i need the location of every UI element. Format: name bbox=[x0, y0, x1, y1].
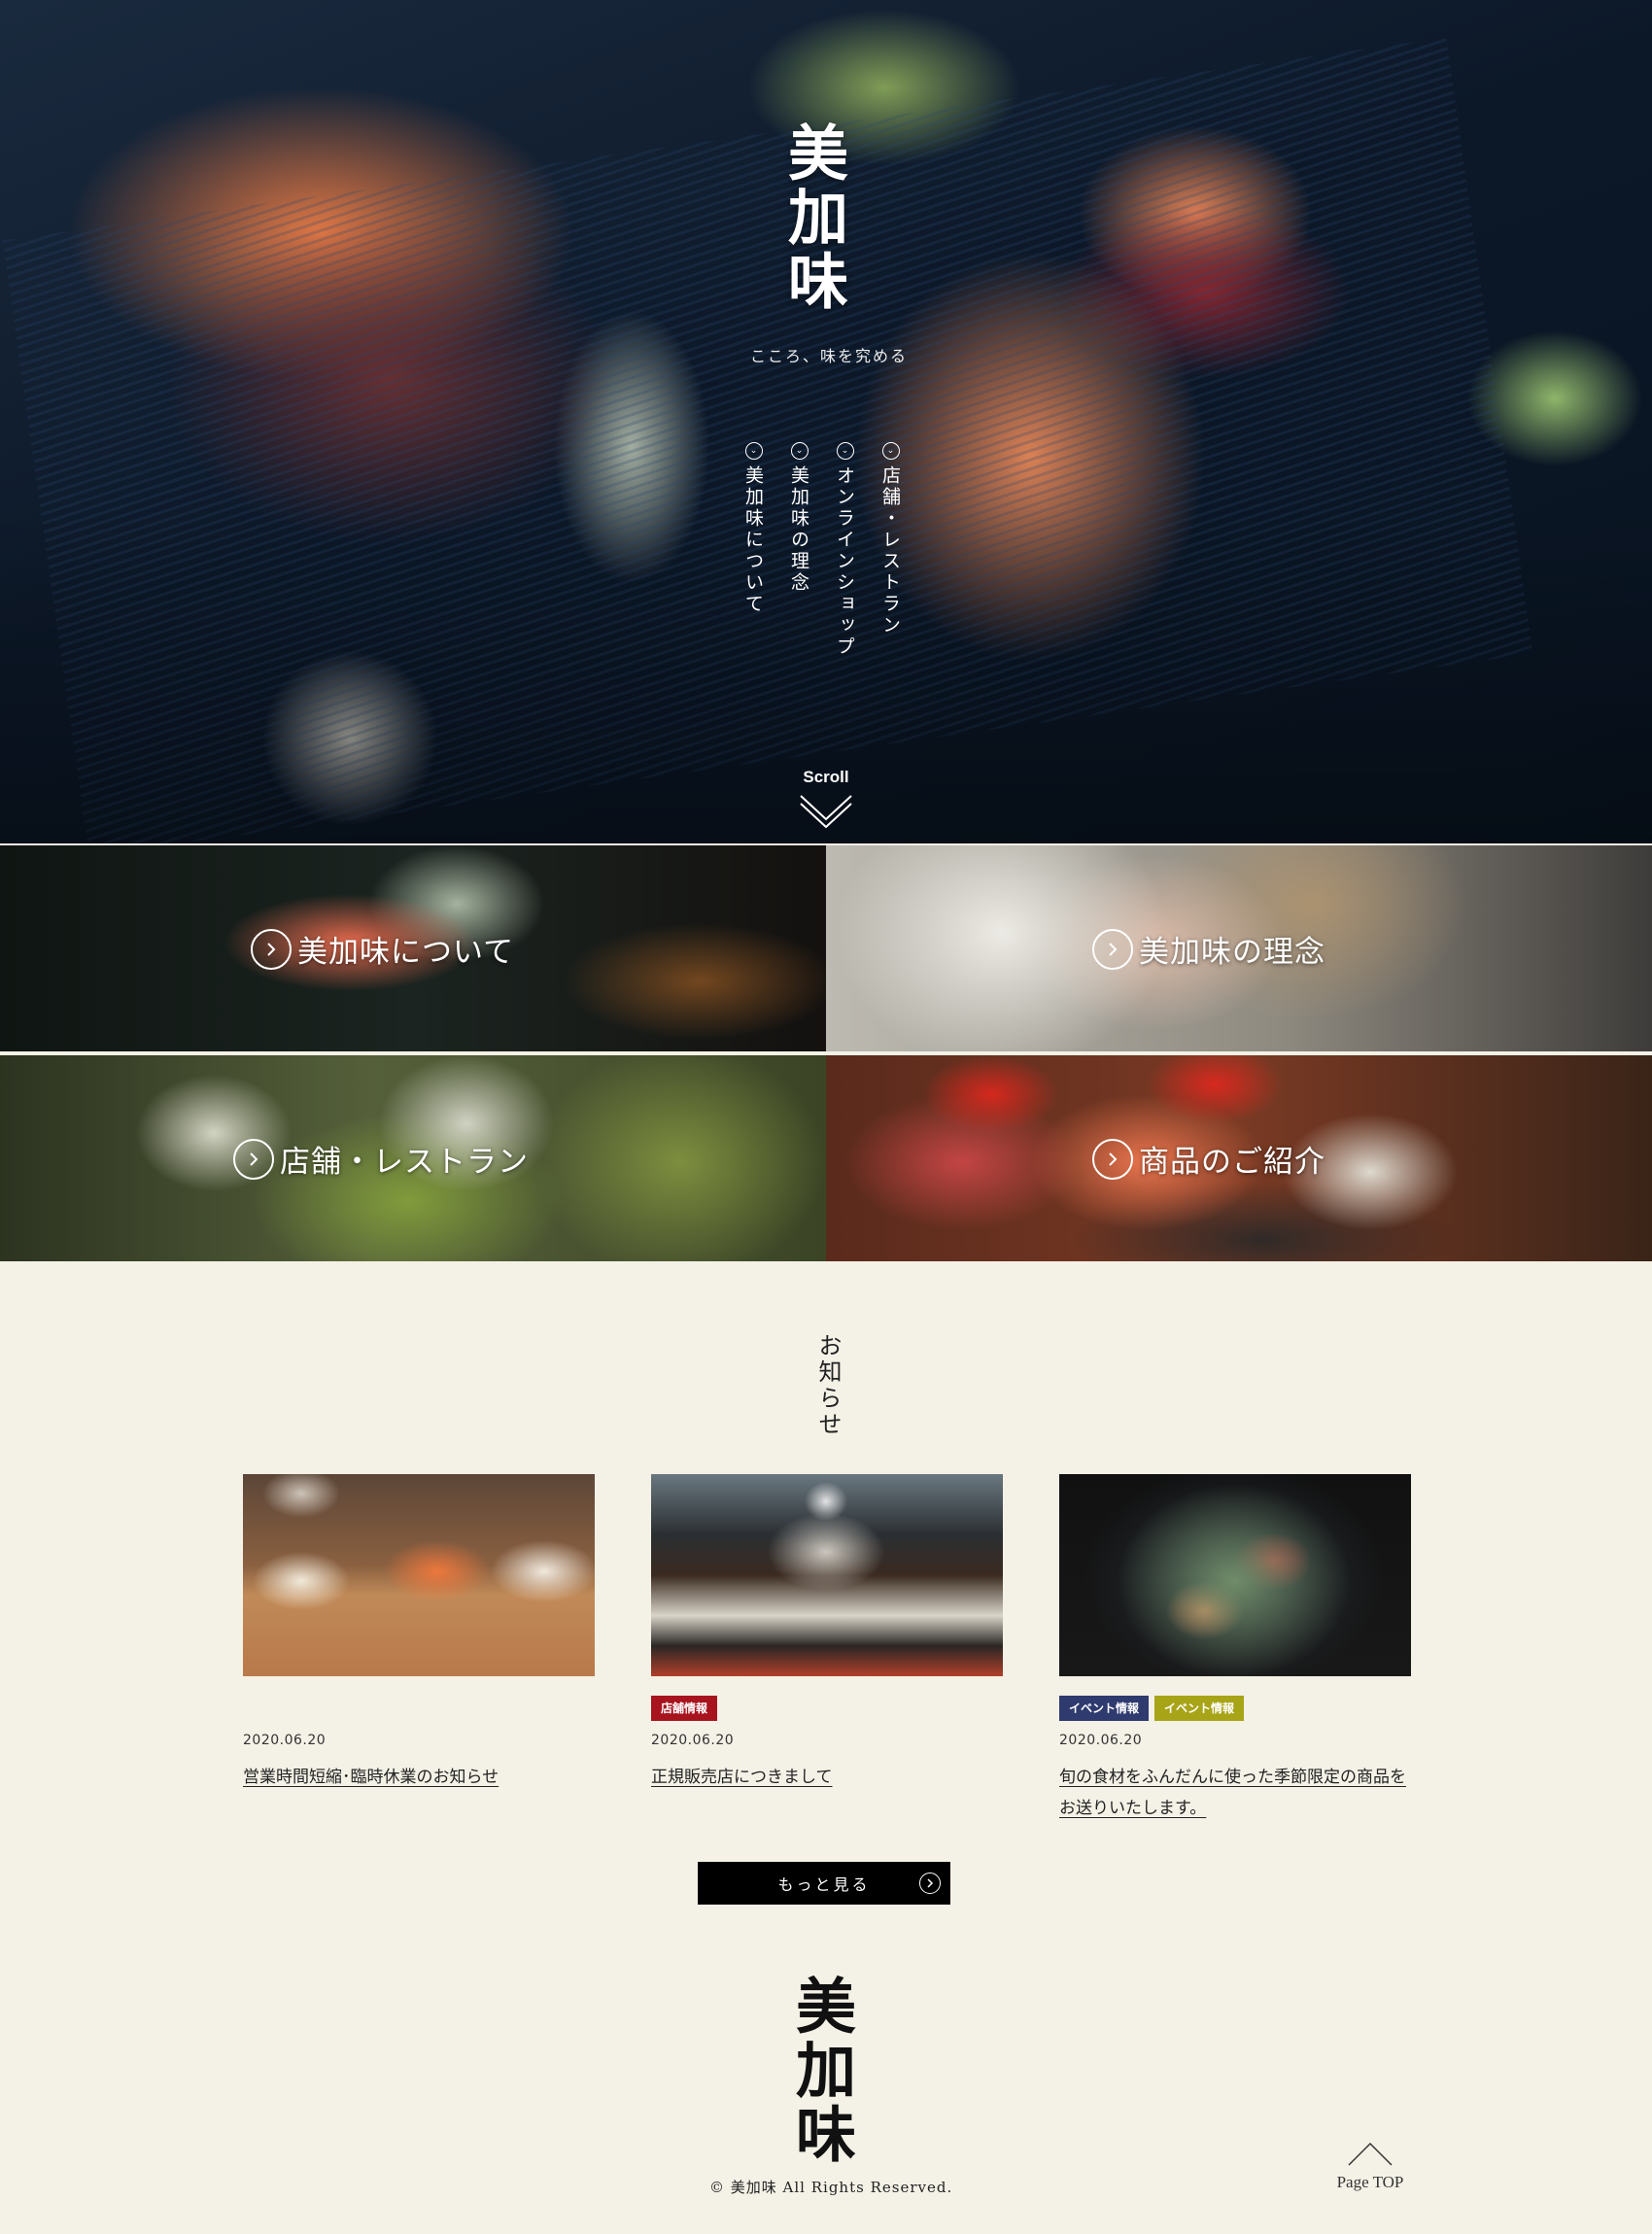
hero-nav-label: 美加味の理念 bbox=[788, 465, 809, 594]
hero-tagline: こころ、味を究める bbox=[750, 347, 909, 365]
news-date: 2020.06.20 bbox=[651, 1733, 735, 1748]
hero-vertical-nav: ⌄ 店舗・レストラン ⌄ オンラインショップ ⌄ 美加味の理念 ⌄ 美加味につい… bbox=[740, 442, 904, 658]
news-title-link[interactable]: 正規販売店につきまして bbox=[651, 1762, 1003, 1793]
chevron-right-circle-icon bbox=[233, 1138, 274, 1180]
more-button[interactable]: もっと見る bbox=[698, 1862, 950, 1905]
hero-photo-slate bbox=[2, 37, 1533, 843]
news-tags: イベント情報 イベント情報 bbox=[1059, 1696, 1411, 1721]
chevron-up-icon bbox=[1348, 2142, 1393, 2166]
chevron-down-circle-icon: ⌄ bbox=[836, 442, 854, 460]
chevron-right-circle-icon bbox=[1092, 1138, 1133, 1180]
hero-section: 美加味 こころ、味を究める ⌄ 店舗・レストラン ⌄ オンラインショップ ⌄ 美… bbox=[0, 0, 1652, 843]
tile-store[interactable]: 店舗・レストラン bbox=[0, 1055, 826, 1261]
tile-label-text: 美加味について bbox=[297, 935, 515, 970]
news-card: 店舗情報 2020.06.20 正規販売店につきまして bbox=[651, 1474, 1003, 1793]
tile-philosophy-label: 美加味の理念 bbox=[1092, 927, 1325, 971]
tag-store-info[interactable]: 店舗情報 bbox=[651, 1696, 718, 1721]
news-thumbnail[interactable] bbox=[1059, 1474, 1411, 1676]
news-date: 2020.06.20 bbox=[1059, 1733, 1143, 1748]
chevron-right-circle-icon bbox=[1092, 928, 1133, 970]
chevron-down-circle-icon: ⌄ bbox=[790, 442, 809, 460]
news-tags: 店舗情報 bbox=[651, 1696, 1003, 1721]
chevron-right-circle-icon bbox=[919, 1873, 941, 1894]
news-date: 2020.06.20 bbox=[243, 1733, 327, 1748]
copyright: © 美加味 All Rights Reserved. bbox=[709, 2179, 953, 2196]
tile-about[interactable]: 美加味について bbox=[0, 845, 826, 1051]
tag-event-info[interactable]: イベント情報 bbox=[1154, 1696, 1245, 1721]
tile-label-text: 美加味の理念 bbox=[1139, 935, 1325, 970]
more-button-label: もっと見る bbox=[777, 1875, 871, 1894]
news-card: イベント情報 イベント情報 2020.06.20 旬の食材をふんだんに使った季節… bbox=[1059, 1474, 1411, 1824]
tile-products[interactable]: 商品のご紹介 bbox=[826, 1055, 1652, 1261]
hero-nav-store[interactable]: ⌄ 店舗・レストラン bbox=[878, 442, 904, 658]
news-thumbnail[interactable] bbox=[243, 1474, 595, 1676]
chevron-right-circle-icon bbox=[251, 928, 292, 970]
page-top-button[interactable]: Page TOP bbox=[1322, 2142, 1419, 2192]
hero-logo[interactable]: 美加味 bbox=[777, 121, 848, 314]
tile-products-label: 商品のご紹介 bbox=[1092, 1137, 1325, 1181]
hero-nav-label: 店舗・レストラン bbox=[879, 465, 901, 636]
chevron-down-circle-icon: ⌄ bbox=[881, 442, 900, 460]
hero-nav-label: オンラインショップ bbox=[834, 465, 855, 658]
hero-nav-online-shop[interactable]: ⌄ オンラインショップ bbox=[832, 442, 858, 658]
news-tags bbox=[243, 1696, 595, 1721]
scroll-down-chevron-icon[interactable] bbox=[799, 792, 853, 829]
news-section-title: お知らせ bbox=[814, 1333, 842, 1438]
hero-nav-about[interactable]: ⌄ 美加味について bbox=[740, 442, 767, 658]
tile-philosophy[interactable]: 美加味の理念 bbox=[826, 845, 1652, 1051]
news-title-link[interactable]: 営業時間短縮･臨時休業のお知らせ bbox=[243, 1762, 595, 1793]
hero-nav-label: 美加味について bbox=[742, 465, 764, 615]
tile-label-text: 商品のご紹介 bbox=[1139, 1145, 1325, 1180]
tile-label-text: 店舗・レストラン bbox=[280, 1145, 529, 1180]
tile-about-label: 美加味について bbox=[251, 927, 514, 971]
hero-nav-philosophy[interactable]: ⌄ 美加味の理念 bbox=[786, 442, 812, 658]
tile-store-label: 店舗・レストラン bbox=[233, 1137, 529, 1181]
news-thumbnail[interactable] bbox=[651, 1474, 1003, 1676]
news-card: 2020.06.20 営業時間短縮･臨時休業のお知らせ bbox=[243, 1474, 595, 1793]
footer-logo[interactable]: 美加味 bbox=[785, 1975, 856, 2167]
page-top-label: Page TOP bbox=[1336, 2173, 1404, 2191]
scroll-label[interactable]: Scroll bbox=[797, 768, 855, 787]
chevron-down-circle-icon: ⌄ bbox=[744, 442, 763, 460]
news-title-link[interactable]: 旬の食材をふんだんに使った季節限定の商品をお送りいたします。 bbox=[1059, 1762, 1411, 1824]
tag-event-info[interactable]: イベント情報 bbox=[1059, 1696, 1150, 1721]
